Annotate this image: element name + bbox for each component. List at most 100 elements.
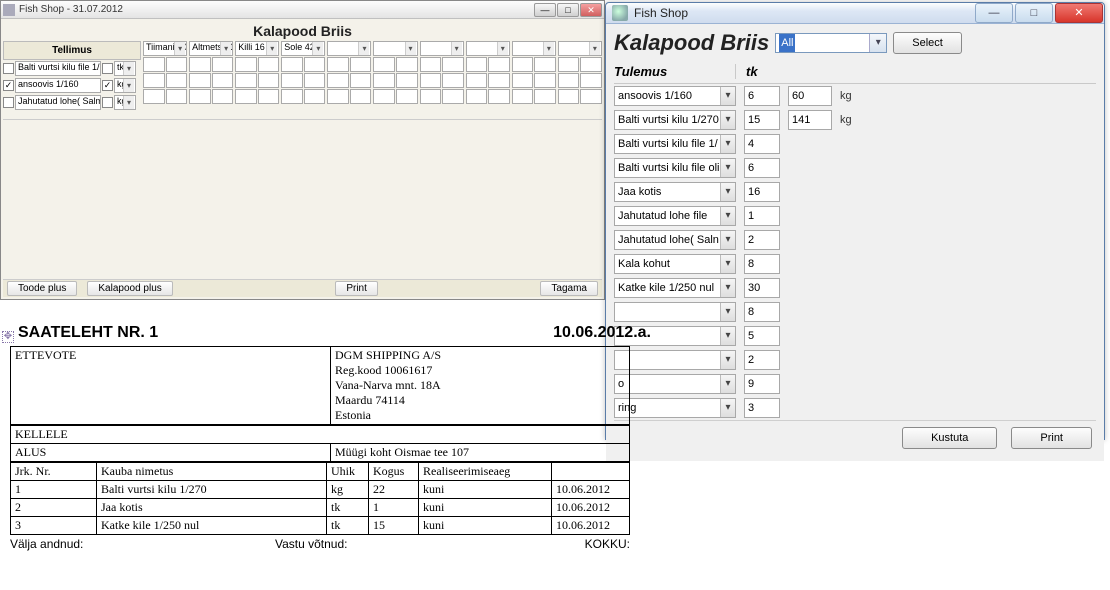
cell-input[interactable]	[304, 73, 326, 88]
cell-input[interactable]	[143, 73, 165, 88]
close-button[interactable]: ✕	[580, 3, 602, 17]
cell-input[interactable]	[580, 89, 602, 104]
cell-input[interactable]	[189, 89, 211, 104]
order-unit[interactable]: tk	[114, 61, 136, 76]
toode-plus-button[interactable]: Toode plus	[7, 281, 77, 296]
cell-input[interactable]	[235, 57, 257, 72]
cell-input[interactable]	[350, 57, 372, 72]
qty-input[interactable]: 8	[744, 302, 780, 322]
cell-input[interactable]	[166, 57, 188, 72]
product-select[interactable]: Jahutatud lohe file	[614, 206, 736, 226]
cell-input[interactable]	[327, 89, 349, 104]
cell-input[interactable]	[488, 89, 510, 104]
cell-input[interactable]	[212, 89, 234, 104]
product-select[interactable]: Jaa kotis	[614, 182, 736, 202]
cell-input[interactable]	[166, 73, 188, 88]
qty-input[interactable]: 5	[744, 326, 780, 346]
qty-input[interactable]: 16	[744, 182, 780, 202]
order-secondary-checkbox[interactable]	[102, 97, 113, 108]
order-name[interactable]: ansoovis 1/160	[15, 78, 101, 93]
weight-input[interactable]: 141	[788, 110, 832, 130]
shop-select[interactable]	[558, 41, 602, 56]
cell-input[interactable]	[558, 73, 580, 88]
product-select[interactable]: Balti vurtsi kilu 1/270	[614, 110, 736, 130]
print-button[interactable]: Print	[1011, 427, 1092, 449]
cell-input[interactable]	[281, 73, 303, 88]
shop-select[interactable]: Tiimani 20 h	[143, 41, 187, 56]
cell-input[interactable]	[373, 57, 395, 72]
cell-input[interactable]	[558, 57, 580, 72]
cell-input[interactable]	[212, 73, 234, 88]
cell-input[interactable]	[350, 73, 372, 88]
minimize-button[interactable]: —	[534, 3, 556, 17]
qty-input[interactable]: 3	[744, 398, 780, 418]
print-button[interactable]: Print	[335, 281, 378, 296]
shop-select[interactable]: Sole 42 A	[281, 41, 325, 56]
qty-input[interactable]: 6	[744, 86, 780, 106]
qty-input[interactable]: 2	[744, 230, 780, 250]
cell-input[interactable]	[281, 89, 303, 104]
shop-select[interactable]	[466, 41, 510, 56]
order-secondary-checkbox[interactable]	[102, 63, 113, 74]
order-name[interactable]: Jahutatud lohe( Salmon )	[15, 95, 101, 110]
cell-input[interactable]	[466, 73, 488, 88]
cell-input[interactable]	[512, 57, 534, 72]
order-unit[interactable]: kg	[114, 78, 136, 93]
cell-input[interactable]	[304, 89, 326, 104]
cell-input[interactable]	[143, 89, 165, 104]
cell-input[interactable]	[534, 57, 556, 72]
cell-input[interactable]	[442, 73, 464, 88]
order-checkbox[interactable]	[3, 63, 14, 74]
cell-input[interactable]	[396, 73, 418, 88]
qty-input[interactable]: 15	[744, 110, 780, 130]
order-secondary-checkbox[interactable]	[102, 80, 113, 91]
product-select[interactable]: ansoovis 1/160	[614, 86, 736, 106]
qty-input[interactable]: 4	[744, 134, 780, 154]
product-select[interactable]: Kala kohut	[614, 254, 736, 274]
cell-input[interactable]	[189, 73, 211, 88]
order-name[interactable]: Balti vurtsi kilu file 1/160	[15, 61, 101, 76]
shop-select[interactable]: Killi 16	[235, 41, 279, 56]
maximize-button[interactable]: □	[557, 3, 579, 17]
cell-input[interactable]	[420, 57, 442, 72]
maximize-button[interactable]: □	[1015, 3, 1053, 23]
qty-input[interactable]: 9	[744, 374, 780, 394]
qty-input[interactable]: 30	[744, 278, 780, 298]
cell-input[interactable]	[512, 89, 534, 104]
qty-input[interactable]: 2	[744, 350, 780, 370]
cell-input[interactable]	[373, 73, 395, 88]
cell-input[interactable]	[235, 73, 257, 88]
cell-input[interactable]	[466, 57, 488, 72]
cell-input[interactable]	[373, 89, 395, 104]
cell-input[interactable]	[166, 89, 188, 104]
cell-input[interactable]	[488, 57, 510, 72]
product-select[interactable]: Balti vurtsi kilu file 1/	[614, 134, 736, 154]
close-button[interactable]: ✕	[1055, 3, 1103, 23]
cell-input[interactable]	[235, 89, 257, 104]
product-select[interactable]: Jahutatud lohe( Saln	[614, 230, 736, 250]
cell-input[interactable]	[512, 73, 534, 88]
shop-select[interactable]: Altmetsa 1	[189, 41, 233, 56]
product-select[interactable]: Balti vurtsi kilu file oli	[614, 158, 736, 178]
cell-input[interactable]	[420, 73, 442, 88]
cell-input[interactable]	[420, 89, 442, 104]
kustuta-button[interactable]: Kustuta	[902, 427, 997, 449]
cell-input[interactable]	[350, 89, 372, 104]
cell-input[interactable]	[258, 57, 280, 72]
cell-input[interactable]	[281, 57, 303, 72]
cell-input[interactable]	[466, 89, 488, 104]
cell-input[interactable]	[327, 73, 349, 88]
cell-input[interactable]	[258, 73, 280, 88]
shop-select[interactable]	[327, 41, 371, 56]
qty-input[interactable]: 8	[744, 254, 780, 274]
product-select[interactable]: Katke kile 1/250 nul	[614, 278, 736, 298]
cell-input[interactable]	[442, 89, 464, 104]
cell-input[interactable]	[396, 89, 418, 104]
cell-input[interactable]	[558, 89, 580, 104]
cell-input[interactable]	[327, 57, 349, 72]
shop-select[interactable]	[373, 41, 417, 56]
weight-input[interactable]: 60	[788, 86, 832, 106]
qty-input[interactable]: 1	[744, 206, 780, 226]
cell-input[interactable]	[143, 57, 165, 72]
cell-input[interactable]	[534, 73, 556, 88]
